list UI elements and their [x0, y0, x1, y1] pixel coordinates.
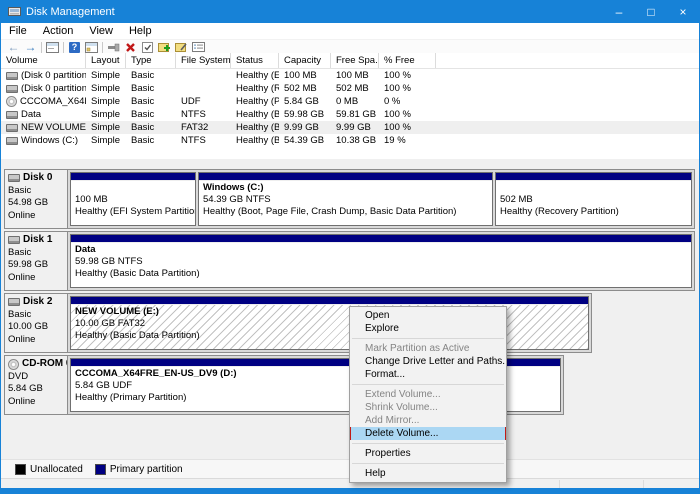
- action-pane-icon[interactable]: [105, 41, 122, 54]
- legend-unallocated: Unallocated: [15, 464, 83, 475]
- delete-volume-icon[interactable]: [122, 41, 139, 54]
- menu-item-properties[interactable]: Properties: [350, 447, 506, 460]
- hdd-icon: [8, 174, 20, 182]
- disk-icon: [6, 111, 18, 119]
- col-filler: [436, 53, 699, 68]
- maximize-button[interactable]: □: [635, 1, 667, 23]
- cd-icon: [8, 359, 19, 370]
- menu-item-help[interactable]: Help: [350, 467, 506, 480]
- help-icon[interactable]: ?: [66, 41, 83, 54]
- menu-item-explore[interactable]: Explore: [350, 322, 506, 335]
- menu-separator: [352, 384, 504, 385]
- mark-active-check-icon[interactable]: [139, 41, 156, 54]
- disk-0-header[interactable]: Disk 0 Basic 54.98 GB Online: [5, 170, 68, 228]
- volume-name: Data: [21, 109, 41, 120]
- menu-item-extend-volume: Extend Volume...: [350, 388, 506, 401]
- volume-list: Volume Layout Type File System Status Ca…: [1, 53, 699, 160]
- forward-arrow-icon[interactable]: →: [22, 41, 39, 54]
- volume-name: (Disk 0 partition 1): [21, 70, 86, 81]
- menu-separator: [352, 338, 504, 339]
- disk-1-row: Disk 1 Basic 59.98 GB Online Data 59.98 …: [4, 231, 695, 291]
- table-row[interactable]: CCCOMA_X64FRE... Simple Basic UDF Health…: [1, 95, 699, 108]
- menu-item-delete-volume[interactable]: Delete Volume...: [350, 427, 506, 440]
- disk-1-header[interactable]: Disk 1 Basic 59.98 GB Online: [5, 232, 68, 290]
- table-header: Volume Layout Type File System Status Ca…: [1, 53, 699, 69]
- menu-item-format[interactable]: Format...: [350, 368, 506, 381]
- menu-action[interactable]: Action: [35, 25, 82, 37]
- partition-color-bar: [71, 297, 588, 305]
- col-layout[interactable]: Layout: [86, 53, 126, 68]
- menu-item-shrink-volume: Shrink Volume...: [350, 401, 506, 414]
- legend-primary-partition: Primary partition: [95, 464, 183, 475]
- volume-name: CCCOMA_X64FRE...: [20, 96, 86, 107]
- table-row[interactable]: Data Simple Basic NTFS Healthy (B... 59.…: [1, 108, 699, 121]
- disk-2-header[interactable]: Disk 2 Basic 10.00 GB Online: [5, 294, 68, 352]
- col-file-system[interactable]: File System: [176, 53, 231, 68]
- minimize-button[interactable]: –: [603, 1, 635, 23]
- partition-data[interactable]: Data 59.98 GB NTFS Healthy (Basic Data P…: [70, 234, 692, 288]
- unallocated-swatch: [15, 464, 26, 475]
- col-capacity[interactable]: Capacity: [279, 53, 331, 68]
- disk-icon: [6, 85, 18, 93]
- disk-management-window: Disk Management – □ × File Action View H…: [0, 0, 700, 494]
- window-title: Disk Management: [26, 6, 603, 18]
- menu-view[interactable]: View: [81, 25, 121, 37]
- partition-color-bar: [199, 173, 492, 181]
- menu-item-mark-partition-active: Mark Partition as Active: [350, 342, 506, 355]
- table-row[interactable]: Windows (C:) Simple Basic NTFS Healthy (…: [1, 134, 699, 147]
- disk-icon: [6, 72, 18, 80]
- console-tree-icon[interactable]: [83, 41, 100, 54]
- table-row-selected[interactable]: NEW VOLUME (E:) Simple Basic FAT32 Healt…: [1, 121, 699, 134]
- volume-name: Windows (C:): [21, 135, 78, 146]
- menu-item-change-drive-letter[interactable]: Change Drive Letter and Paths...: [350, 355, 506, 368]
- context-menu: Open Explore Mark Partition as Active Ch…: [349, 306, 507, 483]
- partition-color-bar: [71, 235, 691, 243]
- menu-bar: File Action View Help: [1, 23, 699, 40]
- back-arrow-icon[interactable]: ←: [5, 41, 22, 54]
- partition-recovery[interactable]: 502 MB Healthy (Recovery Partition): [495, 172, 692, 226]
- menu-file[interactable]: File: [1, 25, 35, 37]
- disk-0-row: Disk 0 Basic 54.98 GB Online 100 MB Heal…: [4, 169, 695, 229]
- hdd-icon: [8, 236, 20, 244]
- properties-list-icon[interactable]: [190, 41, 207, 54]
- disk-icon: [6, 124, 18, 132]
- partition-windows-c[interactable]: Windows (C:) 54.39 GB NTFS Healthy (Boot…: [198, 172, 493, 226]
- hdd-icon: [8, 298, 20, 306]
- partition-new-volume-e[interactable]: NEW VOLUME (E:) 10.00 GB FAT32 Healthy (…: [70, 296, 589, 350]
- console-window-icon[interactable]: [44, 41, 61, 54]
- col-pct-free[interactable]: % Free: [379, 53, 436, 68]
- col-status[interactable]: Status: [231, 53, 279, 68]
- volume-name: (Disk 0 partition 4): [21, 83, 86, 94]
- col-type[interactable]: Type: [126, 53, 176, 68]
- title-bar[interactable]: Disk Management – □ ×: [1, 1, 699, 23]
- add-folder-icon[interactable]: [156, 41, 173, 54]
- disk-icon: [6, 137, 18, 145]
- cdrom-0-header[interactable]: CD-ROM 0 DVD 5.84 GB Online: [5, 356, 68, 414]
- toolbar-separator: [102, 42, 103, 53]
- menu-separator: [352, 443, 504, 444]
- volume-name: NEW VOLUME (E:): [21, 122, 86, 133]
- toolbar-separator: [41, 42, 42, 53]
- menu-separator: [352, 463, 504, 464]
- edit-folder-icon[interactable]: [173, 41, 190, 54]
- app-icon: [8, 7, 21, 18]
- primary-partition-swatch: [95, 464, 106, 475]
- partition-efi-system[interactable]: 100 MB Healthy (EFI System Partition): [70, 172, 196, 226]
- table-row[interactable]: (Disk 0 partition 4) Simple Basic Health…: [1, 82, 699, 95]
- menu-item-open[interactable]: Open: [350, 309, 506, 322]
- table-row[interactable]: (Disk 0 partition 1) Simple Basic Health…: [1, 69, 699, 82]
- partition-color-bar: [71, 173, 195, 181]
- toolbar-separator: [63, 42, 64, 53]
- col-volume[interactable]: Volume: [1, 53, 86, 68]
- window-bottom-edge: [1, 488, 699, 493]
- close-button[interactable]: ×: [667, 1, 699, 23]
- cd-icon: [6, 96, 17, 107]
- menu-help[interactable]: Help: [121, 25, 160, 37]
- menu-item-add-mirror: Add Mirror...: [350, 414, 506, 427]
- partition-color-bar: [496, 173, 691, 181]
- col-free-space[interactable]: Free Spa...: [331, 53, 379, 68]
